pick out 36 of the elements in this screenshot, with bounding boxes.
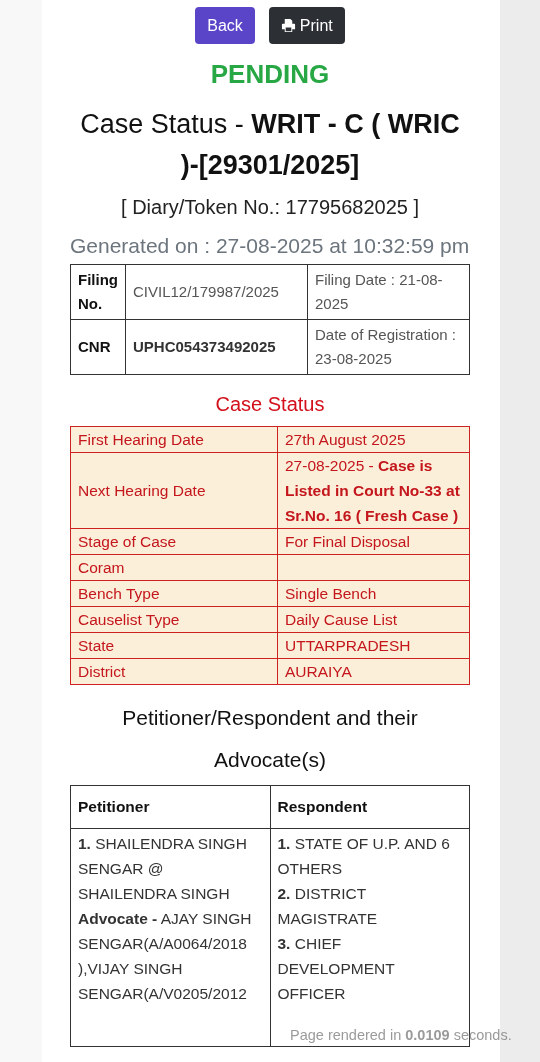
- table-cell: AURAIYA: [277, 658, 470, 685]
- table-cell: Stage of Case: [70, 528, 278, 555]
- table-cell: CNR: [70, 319, 126, 375]
- table-cell: Filing Date : 21-08-2025: [307, 264, 470, 320]
- table-cell: Filing No.: [70, 264, 126, 320]
- table-cell: State: [70, 632, 278, 659]
- table-cell: For Final Disposal: [277, 528, 470, 555]
- column-header: Petitioner: [70, 785, 270, 829]
- table-cell: Single Bench: [277, 580, 470, 607]
- table-cell: Coram: [70, 554, 278, 581]
- table-cell-text: 2. DISTRICT MAGISTRATE: [277, 884, 379, 929]
- table-cell: First Hearing Date: [70, 426, 278, 453]
- table-cell: UPHC054373492025: [125, 319, 308, 375]
- column-header: Respondent: [270, 785, 470, 829]
- table-cell: District: [70, 658, 278, 685]
- table-cell: 27th August 2025: [277, 426, 470, 453]
- printer-icon: [280, 18, 296, 33]
- table-cell-text: 3. CHIEF DEVELOPMENT OFFICER: [277, 934, 396, 1004]
- table-cell: Daily Cause List: [277, 606, 470, 633]
- table-cell-text: 1. STATE OF U.P. AND 6 OTHERS: [277, 834, 451, 879]
- print-button[interactable]: Print: [268, 7, 345, 44]
- generated-timestamp: Generated on : 27-08-2025 at 10:32:59 pm: [70, 233, 470, 259]
- table-cell: CIVIL12/179987/2025: [125, 264, 308, 320]
- back-button[interactable]: Back: [195, 7, 255, 44]
- table-cell: Date of Registration : 23-08-2025: [307, 319, 470, 375]
- table-cell: 27-08-2025 - Case is Listed in Court No-33 at Sr.No. 16 ( Fresh Case ): [277, 452, 470, 529]
- diary-number: [ Diary/Token No.: 17795682025 ]: [120, 196, 420, 219]
- section-heading: Petitioner/Respondent and their Advocate(s): [121, 705, 419, 773]
- table-cell: Next Hearing Date: [70, 452, 278, 529]
- section-heading: Case Status: [214, 393, 326, 416]
- table-cell: Causelist Type: [70, 606, 278, 633]
- table-cell: UTTARPRADESH: [277, 632, 470, 659]
- case-title: Case Status - WRIT - C ( WRIC )-[29301/2025]: [79, 108, 461, 182]
- status-label: PENDING: [209, 59, 331, 90]
- table-cell: 1. SHAILENDRA SINGH SENGAR @ SHAILENDRA SINGH Advocate - AJAY SINGH SENGAR(A/A0064/2018 ),VIJAY SINGH SENGAR(A/V0205/2012: [78, 835, 252, 1002]
- table-cell: Bench Type: [70, 580, 278, 607]
